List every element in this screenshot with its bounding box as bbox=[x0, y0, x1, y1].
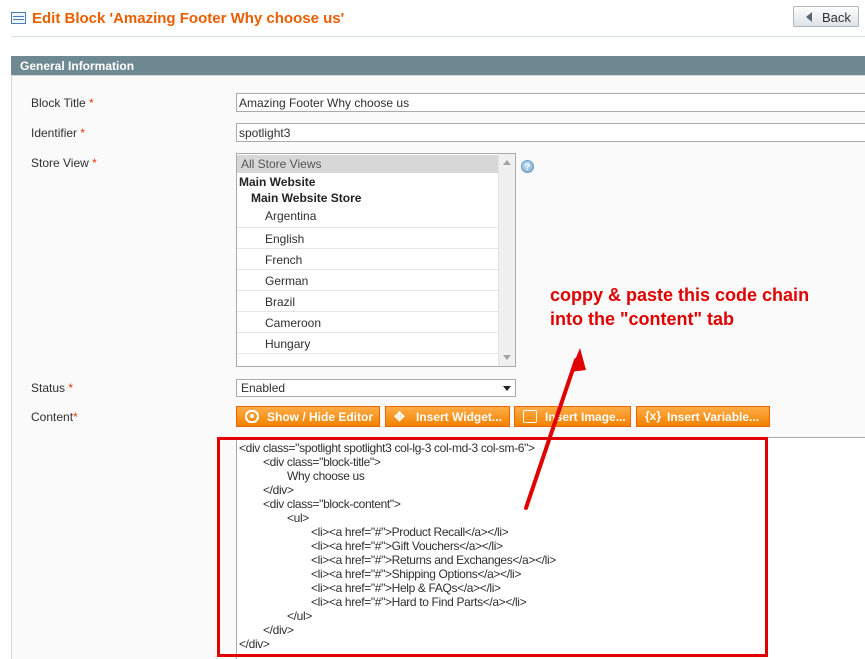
store-option[interactable]: Brazil bbox=[237, 291, 499, 312]
code-line: <div class="spotlight spotlight3 col-lg-… bbox=[239, 441, 535, 455]
header-divider bbox=[11, 36, 865, 37]
back-button[interactable]: Back bbox=[793, 6, 859, 27]
section-title: General Information bbox=[20, 59, 135, 73]
insert-variable-label: Insert Variable... bbox=[667, 409, 760, 424]
chevron-down-icon bbox=[503, 386, 511, 391]
store-option[interactable]: Argentina bbox=[237, 207, 499, 228]
scroll-down-icon[interactable] bbox=[503, 355, 511, 360]
block-title-input[interactable] bbox=[236, 93, 865, 112]
content-label: Content* bbox=[31, 410, 78, 424]
status-label: Status * bbox=[31, 381, 73, 395]
store-group-website: Main Website bbox=[239, 175, 316, 189]
store-group-store: Main Website Store bbox=[251, 191, 362, 205]
insert-widget-button[interactable]: ✥ Insert Widget... bbox=[385, 406, 510, 427]
store-option[interactable]: Hungary bbox=[237, 333, 499, 354]
store-option[interactable]: English bbox=[237, 228, 499, 249]
code-line: <div class="block-title"> bbox=[263, 455, 381, 469]
image-icon bbox=[523, 410, 537, 423]
code-line: <li><a href="#">Returns and Exchanges</a… bbox=[311, 553, 556, 567]
page-header: Edit Block 'Amazing Footer Why choose us… bbox=[0, 0, 865, 34]
insert-widget-label: Insert Widget... bbox=[416, 409, 502, 424]
annotation-line-1: coppy & paste this code chain bbox=[550, 285, 810, 305]
store-view-label: Store View * bbox=[31, 156, 97, 170]
code-line: </div> bbox=[239, 637, 270, 651]
code-line: <li><a href="#">Hard to Find Parts</a></… bbox=[311, 595, 527, 609]
code-line: </div> bbox=[263, 483, 294, 497]
required-marker: * bbox=[89, 96, 94, 110]
block-title-label-text: Block Title bbox=[31, 96, 86, 110]
required-marker: * bbox=[73, 410, 78, 424]
show-hide-editor-button[interactable]: Show / Hide Editor bbox=[236, 406, 380, 427]
store-view-scrollbar[interactable] bbox=[498, 154, 515, 366]
show-hide-editor-label: Show / Hide Editor bbox=[267, 409, 374, 424]
identifier-input[interactable] bbox=[236, 123, 865, 142]
code-line: Why choose us bbox=[287, 469, 365, 483]
required-marker: * bbox=[80, 126, 86, 140]
back-arrow-icon bbox=[806, 12, 812, 22]
code-line: <div class="block-content"> bbox=[263, 497, 401, 511]
code-line: </div> bbox=[263, 623, 294, 637]
eye-icon bbox=[245, 410, 259, 423]
store-view-multiselect[interactable]: All Store Views Main Website Main Websit… bbox=[236, 153, 516, 367]
insert-image-button[interactable]: Insert Image... bbox=[514, 406, 631, 427]
store-option[interactable]: German bbox=[237, 270, 499, 291]
code-line: <li><a href="#">Help & FAQs</a></li> bbox=[311, 581, 501, 595]
code-line: <li><a href="#">Gift Vouchers</a></li> bbox=[311, 539, 503, 553]
store-view-label-text: Store View bbox=[31, 156, 89, 170]
block-title-label: Block Title * bbox=[31, 96, 94, 110]
store-option[interactable]: French bbox=[237, 249, 499, 270]
grid-icon bbox=[11, 12, 26, 24]
scroll-up-icon[interactable] bbox=[503, 160, 511, 165]
store-option[interactable]: Cameroon bbox=[237, 312, 499, 333]
store-option-all[interactable]: All Store Views bbox=[237, 155, 499, 173]
annotation-line-2: into the "content" tab bbox=[550, 309, 735, 329]
variable-icon: {x} bbox=[645, 409, 662, 423]
content-label-text: Content bbox=[31, 410, 74, 424]
code-line: </ul> bbox=[287, 609, 312, 623]
required-marker: * bbox=[92, 156, 97, 170]
insert-image-label: Insert Image... bbox=[545, 409, 626, 424]
help-icon[interactable]: ? bbox=[521, 160, 534, 173]
code-line: <li><a href="#">Shipping Options</a></li… bbox=[311, 567, 521, 581]
code-line: <ul> bbox=[287, 511, 309, 525]
identifier-label-text: Identifier bbox=[31, 126, 78, 140]
widget-icon: ✥ bbox=[394, 409, 405, 424]
annotation-text: coppy & paste this code chain into the "… bbox=[550, 283, 865, 331]
back-button-label: Back bbox=[822, 10, 851, 25]
code-line: <li><a href="#">Product Recall</a></li> bbox=[311, 525, 509, 539]
status-value: Enabled bbox=[241, 381, 286, 395]
insert-variable-button[interactable]: {x} Insert Variable... bbox=[636, 406, 770, 427]
status-label-text: Status bbox=[31, 381, 66, 395]
required-marker: * bbox=[68, 381, 74, 395]
identifier-label: Identifier * bbox=[31, 126, 85, 140]
status-select[interactable]: Enabled bbox=[236, 379, 516, 397]
section-header: General Information bbox=[11, 56, 865, 76]
page-title: Edit Block 'Amazing Footer Why choose us… bbox=[32, 10, 345, 27]
